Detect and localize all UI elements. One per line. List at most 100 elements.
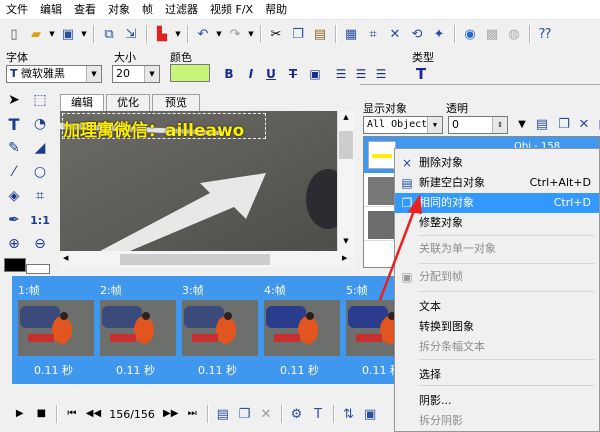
color-icon[interactable]: ▙ — [152, 24, 172, 44]
menu-view[interactable]: 查看 — [68, 0, 102, 20]
tab-edit[interactable]: 编辑 — [60, 94, 104, 111]
tools-icon[interactable]: ✦ — [429, 24, 449, 44]
menu-object[interactable]: 对象 — [102, 0, 136, 20]
fill-icon[interactable]: ◈ — [2, 184, 26, 208]
text-type-icon[interactable]: T — [412, 66, 430, 82]
duplicate-object-icon[interactable]: ❐ — [554, 114, 574, 134]
align-center-icon[interactable]: ☰ — [352, 66, 370, 82]
menu-help[interactable]: 帮助 — [259, 0, 293, 20]
add-frame-icon[interactable]: ▤ — [213, 404, 233, 424]
eyedropper-icon[interactable]: ✒ — [2, 208, 26, 232]
pencil-icon[interactable]: ✎ — [2, 136, 26, 160]
bold-button[interactable]: B — [220, 66, 238, 82]
delete-frame-icon[interactable]: ✕ — [256, 404, 276, 424]
next-frame-icon[interactable]: ▶▶ — [161, 404, 181, 424]
opacity-spinner[interactable]: 0 ⇕ — [448, 116, 508, 134]
frame-item[interactable]: 3:帧 0.11 秒 — [176, 276, 258, 384]
scroll-thumb[interactable] — [120, 254, 270, 265]
ellipse-icon[interactable]: ○ — [28, 160, 52, 184]
text-frame-icon[interactable]: T — [308, 404, 328, 424]
foreground-color-swatch[interactable] — [4, 258, 26, 272]
chevron-down-icon[interactable]: ▼ — [48, 24, 56, 44]
chevron-down-icon[interactable]: ▼ — [86, 66, 101, 82]
canvas-vertical-scrollbar[interactable]: ▲ ▼ — [337, 111, 354, 251]
chevron-down-icon[interactable]: ▼ — [215, 24, 223, 44]
outline-button[interactable]: ▣ — [306, 66, 324, 82]
crop-icon[interactable]: ⌗ — [363, 24, 383, 44]
objects-filter-combo[interactable]: All Objects ▼ — [363, 116, 443, 134]
copy-icon[interactable]: ❐ — [288, 24, 308, 44]
delete-object-icon[interactable]: ✕ — [574, 114, 594, 134]
text-object-selection[interactable]: 加理寓微信：ailleawo — [62, 113, 266, 141]
align-right-icon[interactable]: ☰ — [372, 66, 390, 82]
spinner-icon[interactable]: ⇕ — [492, 117, 507, 133]
chevron-down-icon[interactable]: ▼ — [80, 24, 88, 44]
crop-tool-icon[interactable]: ⌗ — [28, 184, 52, 208]
marquee-icon[interactable]: ⬚ — [28, 88, 52, 112]
redo-icon[interactable]: ↷ — [225, 24, 245, 44]
chevron-down-icon[interactable]: ▼ — [144, 66, 159, 82]
rotate-icon[interactable]: ⟲ — [407, 24, 427, 44]
italic-button[interactable]: I — [242, 66, 260, 82]
duplicate-frame-icon[interactable]: ❐ — [235, 404, 255, 424]
size-combo[interactable]: 20 ▼ — [112, 65, 160, 83]
scroll-down-icon[interactable]: ▼ — [339, 237, 353, 247]
menu-file[interactable]: 文件 — [0, 0, 34, 20]
frame-item[interactable]: 1:帧 0.11 秒 — [12, 276, 94, 384]
scroll-right-icon[interactable]: ▶ — [342, 254, 347, 262]
tab-optimize[interactable]: 优化 — [106, 94, 150, 111]
zoom-out-icon[interactable]: ⊖ — [28, 232, 52, 256]
scroll-up-icon[interactable]: ▲ — [339, 113, 353, 123]
web-icon[interactable]: ◉ — [460, 24, 480, 44]
background-color-swatch[interactable] — [26, 264, 50, 274]
dropdown-icon[interactable]: ▼ — [512, 115, 532, 135]
text-tool-icon[interactable]: T — [2, 112, 26, 136]
chevron-down-icon[interactable]: ▼ — [247, 24, 255, 44]
frame-item[interactable]: 2:帧 0.11 秒 — [94, 276, 176, 384]
play-icon[interactable]: ▶ — [10, 404, 30, 424]
frame-properties-icon[interactable]: ⚙ — [287, 404, 307, 424]
canvas-horizontal-scrollbar[interactable]: ◀ ▶ — [60, 251, 355, 268]
save-icon[interactable]: ▣ — [58, 24, 78, 44]
help-icon[interactable]: ⁇ — [535, 24, 555, 44]
lasso-icon[interactable]: ◔ — [28, 112, 52, 136]
new-icon[interactable]: ▯ — [4, 24, 24, 44]
export-icon[interactable]: ⇲ — [121, 24, 141, 44]
open-icon[interactable]: ▰ — [26, 24, 46, 44]
context-menu-item[interactable]: × 删除对象 — [395, 153, 599, 173]
scroll-thumb[interactable] — [339, 131, 353, 159]
line-icon[interactable]: ⁄ — [2, 160, 26, 184]
context-menu-item[interactable]: 选择 — [395, 365, 599, 385]
chevron-down-icon[interactable]: ▼ — [427, 117, 442, 133]
font-combo[interactable]: T 微软雅黑 ▼ — [6, 65, 102, 83]
previous-frame-icon[interactable]: ◀◀ — [84, 404, 104, 424]
chevron-down-icon[interactable]: ▼ — [174, 24, 182, 44]
zoom-in-icon[interactable]: ⊕ — [2, 232, 26, 256]
delete-icon[interactable]: ✕ — [385, 24, 405, 44]
scroll-left-icon[interactable]: ◀ — [63, 254, 68, 262]
zoom-actual-icon[interactable]: 1:1 — [28, 208, 52, 232]
context-menu-item[interactable]: 阴影... — [395, 391, 599, 411]
menu-frame[interactable]: 帧 — [136, 0, 159, 20]
menu-filter[interactable]: 过滤器 — [159, 0, 204, 20]
align-left-icon[interactable]: ☰ — [332, 66, 350, 82]
image-canvas[interactable]: 加理寓微信：ailleawo — [60, 111, 337, 251]
blur-icon[interactable]: ◍ — [504, 24, 524, 44]
pointer-icon[interactable]: ➤ — [2, 88, 26, 112]
tab-preview[interactable]: 预览 — [152, 94, 200, 111]
paste-icon[interactable]: ▤ — [310, 24, 330, 44]
context-menu-item[interactable]: 转换到图象 — [395, 317, 599, 337]
properties-icon[interactable]: ▮ — [592, 114, 600, 134]
undo-icon[interactable]: ↶ — [193, 24, 213, 44]
new-object-icon[interactable]: ▤ — [532, 114, 552, 134]
menu-video-fx[interactable]: 视频 F/X — [204, 0, 259, 20]
import-icon[interactable]: ⧉ — [99, 24, 119, 44]
last-frame-icon[interactable]: ⏭ — [183, 404, 203, 424]
menu-edit[interactable]: 编辑 — [34, 0, 68, 20]
resize-icon[interactable]: ▦ — [341, 24, 361, 44]
strike-button[interactable]: T — [284, 66, 302, 82]
effects-icon[interactable]: ▩ — [482, 24, 502, 44]
underline-button[interactable]: U — [262, 66, 280, 82]
brush-icon[interactable]: ◢ — [28, 136, 52, 160]
first-frame-icon[interactable]: ⏮ — [62, 404, 82, 424]
